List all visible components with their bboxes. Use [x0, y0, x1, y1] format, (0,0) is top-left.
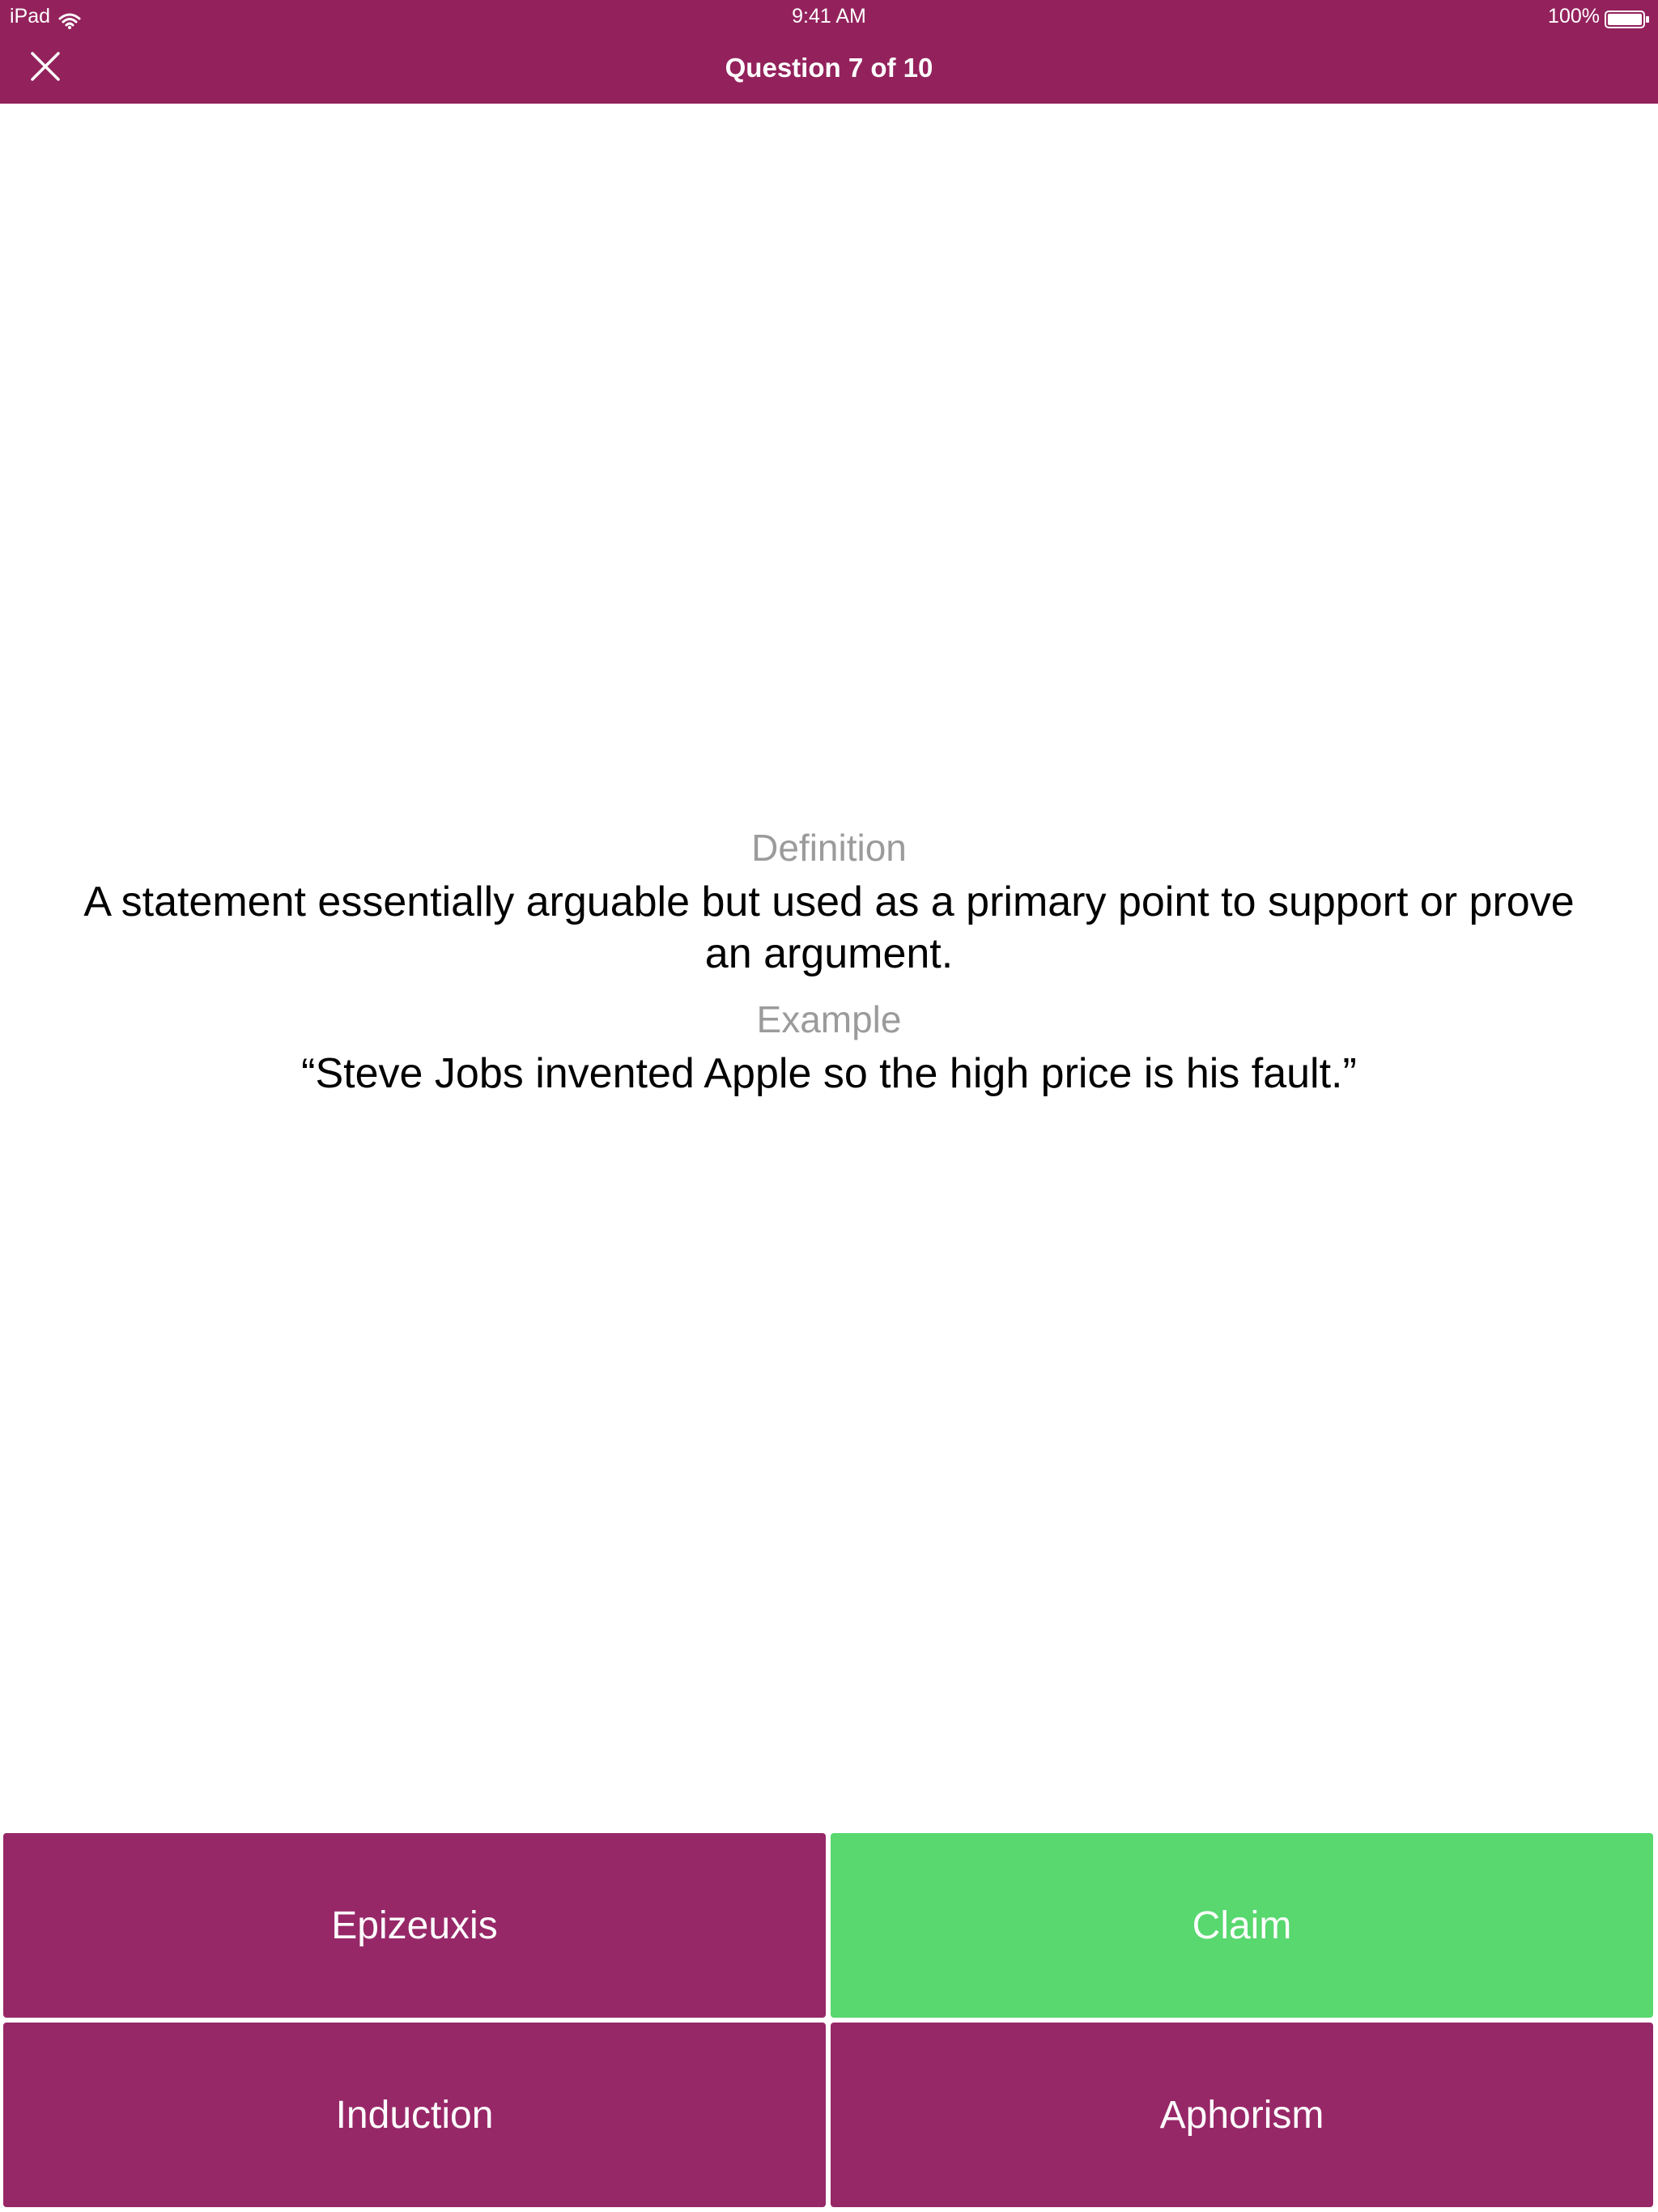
example-label: Example: [756, 998, 902, 1040]
example-text: “Steve Jobs invented Apple so the high p…: [301, 1050, 1357, 1097]
top-bar: iPad 9:41 AM 100% Question 7 of 10: [0, 0, 1658, 104]
answer-label: Claim: [1192, 1904, 1292, 1947]
page-title: Question 7 of 10: [725, 53, 933, 83]
battery-icon: [1605, 6, 1650, 28]
answer-grid: Epizeuxis Claim Induction Aphorism: [0, 1833, 1658, 2212]
status-bar: iPad 9:41 AM 100%: [0, 0, 1658, 32]
status-time: 9:41 AM: [792, 5, 866, 28]
answer-label: Induction: [335, 2093, 494, 2137]
answer-button-aphorism[interactable]: Aphorism: [831, 2023, 1653, 2207]
status-right: 100%: [1548, 0, 1650, 32]
battery-percent: 100%: [1548, 5, 1600, 28]
question-content: Definition A statement essentially argua…: [0, 824, 1658, 1100]
answer-button-claim[interactable]: Claim: [831, 1833, 1653, 2018]
answer-label: Epizeuxis: [331, 1904, 498, 1947]
answer-button-epizeuxis[interactable]: Epizeuxis: [3, 1833, 826, 2018]
definition-text: A statement essentially arguable but use…: [83, 878, 1575, 977]
definition-label: Definition: [751, 827, 907, 869]
answer-button-induction[interactable]: Induction: [3, 2023, 826, 2207]
answer-label: Aphorism: [1159, 2093, 1324, 2137]
